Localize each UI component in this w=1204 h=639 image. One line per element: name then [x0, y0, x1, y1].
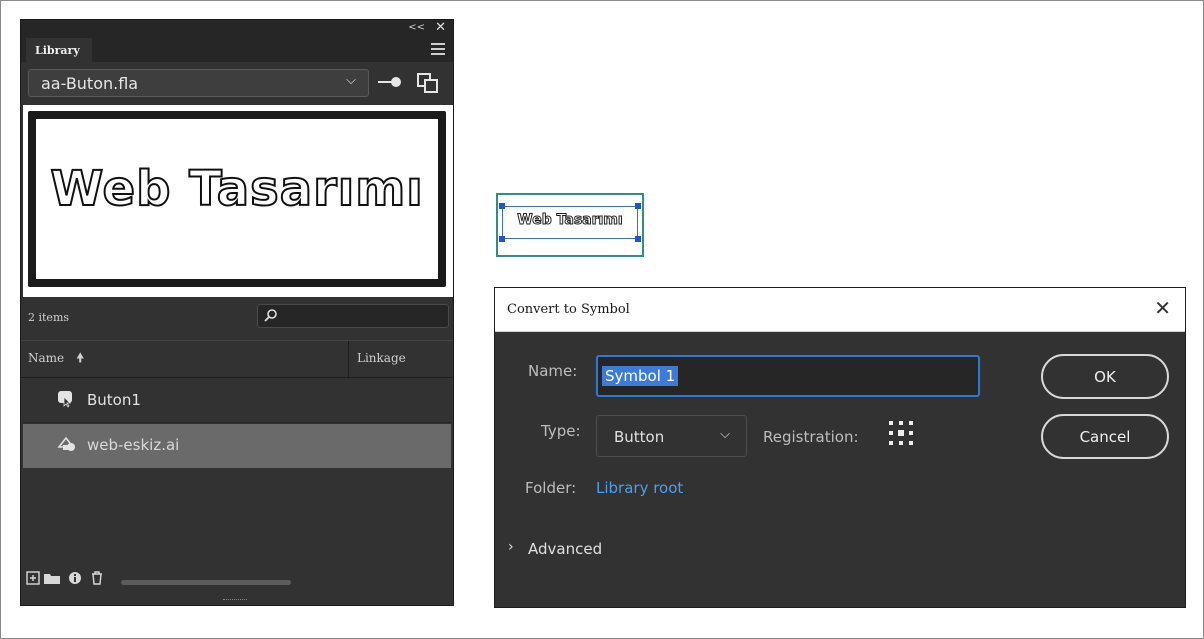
- properties-icon[interactable]: [68, 571, 82, 585]
- convert-to-symbol-dialog: Convert to Symbol ✕ Name: Symbol 1 Type:…: [494, 287, 1186, 608]
- panel-top-bar: << ✕: [21, 20, 453, 38]
- library-file-label: aa-Buton.fla: [41, 74, 139, 93]
- preview-frame: Web Tasarımı: [28, 111, 446, 287]
- button-symbol-icon: [58, 391, 72, 408]
- ok-button[interactable]: OK: [1041, 354, 1169, 399]
- name-label: Name:: [528, 362, 578, 380]
- symbol-type-dropdown[interactable]: Button ⌵: [596, 415, 747, 457]
- library-item-web-eskiz[interactable]: web-eskiz.ai: [23, 424, 451, 468]
- list-header: Name 🠝 Linkage: [21, 340, 453, 379]
- library-file-dropdown[interactable]: aa-Buton.fla ⌵: [28, 69, 369, 97]
- folder-link[interactable]: Library root: [596, 479, 683, 497]
- column-linkage-header[interactable]: Linkage: [357, 351, 406, 365]
- library-item-buton1[interactable]: Buton1: [23, 379, 451, 423]
- folder-label: Folder:: [525, 479, 577, 497]
- dialog-title-bar: Convert to Symbol ✕: [495, 288, 1185, 332]
- chevron-down-icon: ⌵: [720, 427, 730, 442]
- chevron-right-icon[interactable]: ›: [508, 539, 514, 555]
- item-count: 2 items: [28, 311, 70, 324]
- selection-handle[interactable]: [635, 236, 641, 242]
- close-panel-icon[interactable]: ✕: [435, 20, 446, 35]
- tab-library[interactable]: Library: [26, 38, 92, 62]
- stage-selected-artwork[interactable]: Web Tasarımı: [496, 193, 644, 257]
- tab-row: Library: [21, 38, 453, 62]
- library-item-label: Buton1: [87, 391, 141, 409]
- column-name-header[interactable]: Name: [28, 351, 64, 365]
- stage-artwork-text: Web Tasarımı: [517, 212, 623, 229]
- new-symbol-icon[interactable]: [26, 571, 40, 585]
- dialog-title: Convert to Symbol: [507, 302, 630, 317]
- cancel-button[interactable]: Cancel: [1041, 414, 1169, 459]
- pin-library-icon[interactable]: [378, 75, 404, 89]
- sort-ascending-icon[interactable]: 🠝: [76, 349, 84, 371]
- search-icon: [264, 309, 277, 322]
- graphic-symbol-icon: [57, 436, 75, 451]
- delete-trash-icon[interactable]: [90, 571, 104, 585]
- new-folder-icon[interactable]: [43, 571, 61, 585]
- horizontal-scrollbar[interactable]: [121, 580, 291, 585]
- library-item-label: web-eskiz.ai: [87, 436, 180, 454]
- column-divider[interactable]: [348, 341, 349, 379]
- preview-title: Web Tasarımı: [49, 160, 424, 218]
- panel-menu-icon[interactable]: [431, 43, 445, 58]
- library-panel: << ✕ Library aa-Buton.fla ⌵ Web Tasarımı…: [20, 19, 454, 606]
- symbol-name-value: Symbol 1: [602, 366, 679, 386]
- symbol-type-value: Button: [614, 428, 665, 446]
- symbol-preview: Web Tasarımı: [23, 105, 453, 297]
- chevron-down-icon: ⌵: [346, 73, 356, 88]
- new-library-panel-icon[interactable]: [417, 73, 439, 93]
- selection-handle[interactable]: [635, 203, 641, 209]
- type-label: Type:: [541, 422, 581, 440]
- symbol-name-field[interactable]: Symbol 1: [596, 355, 980, 397]
- selection-handle[interactable]: [499, 236, 505, 242]
- selection-bounding-box: Web Tasarımı: [502, 206, 638, 239]
- registration-point-grid[interactable]: [888, 420, 914, 446]
- collapse-panel-icon[interactable]: <<: [408, 22, 425, 33]
- close-icon[interactable]: ✕: [1154, 296, 1171, 320]
- registration-label: Registration:: [763, 428, 859, 446]
- resize-grip[interactable]: [223, 599, 247, 602]
- advanced-toggle[interactable]: Advanced: [528, 540, 602, 558]
- selection-handle[interactable]: [499, 203, 505, 209]
- library-search-input[interactable]: [257, 304, 449, 328]
